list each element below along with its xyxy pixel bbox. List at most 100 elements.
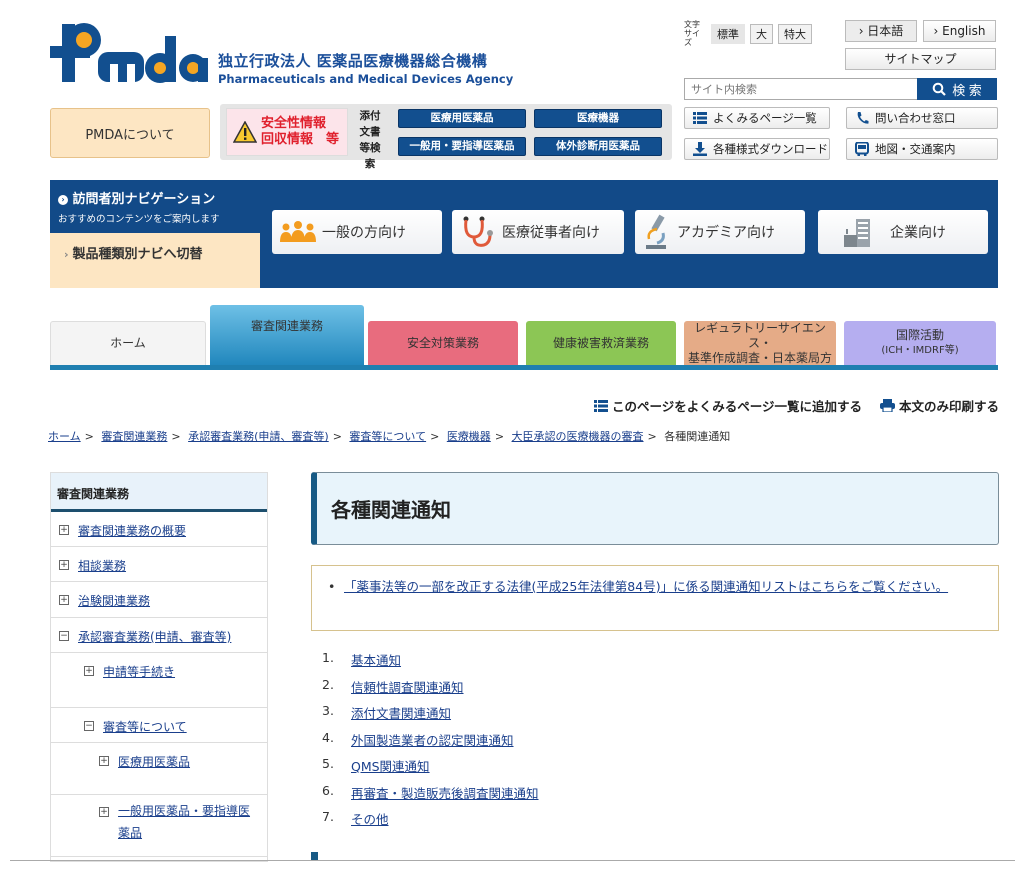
sidebar-item[interactable]: − 承認審査業務(申請、審査等)	[51, 618, 267, 653]
list-link[interactable]: 添付文書関連通知	[351, 703, 451, 730]
sidebar-item[interactable]: + 相談業務	[51, 547, 267, 582]
visitor-navigation: › 訪問者別ナビゲーション おすすめのコンテンツをご案内します › 製品種類別ナビ…	[50, 180, 998, 288]
pmda-logo[interactable]	[48, 18, 208, 88]
favorite-pages-button[interactable]: よくみるページ一覧	[684, 107, 830, 129]
notice-link[interactable]: 「薬事法等の一部を改正する法律(平成25年法律第84号)」に係る関連通知リストは…	[336, 576, 988, 598]
breadcrumb-devices[interactable]: 医療機器	[447, 430, 491, 443]
sidebar-item[interactable]: + 医療用医薬品	[51, 743, 267, 795]
tab-international[interactable]: 国際活動 (ICH・IMDRF等)	[844, 321, 996, 365]
audience-academia-button[interactable]: アカデミア向け	[635, 210, 805, 254]
audience-medical-label: 医療従事者向け	[502, 225, 600, 241]
pmda-logo-icon	[50, 23, 208, 83]
sidebar-item-label[interactable]: 審査等について	[103, 718, 187, 735]
collapse-icon[interactable]: −	[84, 721, 94, 731]
list-link[interactable]: QMS関連通知	[351, 756, 430, 783]
tab-home-label: ホーム	[110, 336, 146, 350]
list-link[interactable]: 外国製造業者の認定関連通知	[351, 730, 514, 757]
contact-button[interactable]: 問い合わせ窓口	[846, 107, 998, 129]
doc-search-rx-drugs-button[interactable]: 医療用医薬品	[398, 109, 526, 128]
people-icon	[280, 221, 316, 242]
font-size-large-button[interactable]: 大	[750, 23, 773, 44]
tab-review-label: 審査関連業務	[250, 319, 323, 333]
breadcrumb-about-review[interactable]: 審査等について	[349, 430, 426, 443]
forms-download-button[interactable]: 各種様式ダウンロード	[684, 138, 830, 160]
list-link[interactable]: その他	[351, 809, 389, 836]
breadcrumb-minister-approval[interactable]: 大臣承認の医療機器の審査	[512, 430, 644, 443]
sidebar-item[interactable]: + 一般用医薬品・要指導医薬品	[51, 795, 267, 857]
breadcrumb-separator: >	[430, 430, 440, 443]
list-link[interactable]: 信頼性調査関連通知	[351, 677, 464, 704]
product-nav-switch[interactable]: › 製品種類別ナビへ切替	[50, 233, 260, 288]
page-title: 各種関連通知	[311, 472, 999, 545]
tab-relief[interactable]: 健康被害救済業務	[526, 321, 676, 365]
search-input[interactable]	[684, 78, 917, 100]
divider	[10, 860, 1015, 861]
main-tabs: ホーム 審査関連業務 安全対策業務 健康被害救済業務 レギュラトリーサイエンス・…	[50, 305, 998, 370]
expand-icon[interactable]: +	[84, 666, 94, 676]
collapse-icon[interactable]: −	[59, 631, 69, 641]
doc-search-otc-drugs-button[interactable]: 一般用・要指導医薬品	[398, 137, 526, 156]
access-map-label: 地図・交通案内	[875, 142, 956, 156]
sidebar-item-label[interactable]: 一般用医薬品・要指導医薬品	[118, 800, 258, 844]
document-search-label: 添付文書等検索	[359, 110, 381, 170]
bullet: •	[328, 579, 336, 594]
expand-icon[interactable]: +	[99, 756, 109, 766]
list-number: 5.	[322, 756, 334, 771]
sidebar-item-label[interactable]: 相談業務	[78, 557, 126, 574]
list-link[interactable]: 再審査・製造販売後調査関連通知	[351, 783, 539, 810]
list-number: 1.	[322, 650, 334, 665]
printer-icon	[879, 399, 895, 412]
tab-safety[interactable]: 安全対策業務	[368, 321, 518, 365]
tab-safety-label: 安全対策業務	[406, 335, 479, 350]
doc-search-devices-button[interactable]: 医療機器	[534, 109, 662, 128]
font-size-xlarge-button[interactable]: 特大	[778, 23, 812, 44]
audience-general-button[interactable]: 一般の方向け	[272, 210, 442, 254]
sidebar-item-label[interactable]: 治験関連業務	[78, 592, 150, 609]
tab-regulatory-science[interactable]: レギュラトリーサイエンス・ 基準作成調査・日本薬局方	[684, 321, 836, 365]
lang-japanese-button[interactable]: › 日本語	[845, 20, 917, 42]
breadcrumb-review[interactable]: 審査関連業務	[101, 430, 167, 443]
list-item: 6. 再審査・製造販売後調査関連通知	[322, 783, 539, 810]
breadcrumb-separator: >	[494, 430, 505, 443]
sidebar-item[interactable]: + 治験関連業務	[51, 582, 267, 618]
breadcrumb-approval-review[interactable]: 承認審査業務(申請、審査等)	[188, 430, 329, 443]
expand-icon[interactable]: +	[59, 560, 69, 570]
doc-search-ivd-button[interactable]: 体外診断用医薬品	[534, 137, 662, 156]
safety-info-button[interactable]: 安全性情報 回収情報 等	[226, 108, 348, 156]
sitemap-button[interactable]: サイトマップ	[845, 48, 996, 70]
microscope-icon	[646, 214, 666, 249]
sidebar-item-label[interactable]: 承認審査業務(申請、審査等)	[78, 628, 231, 645]
visitor-nav-title-text: 訪問者別ナビゲーション	[72, 192, 216, 207]
search-button[interactable]: 検 索	[917, 78, 997, 100]
print-body-link[interactable]: 本文のみ印刷する	[879, 396, 999, 415]
sidebar-item[interactable]: + 審査関連業務の概要	[51, 512, 267, 547]
expand-icon[interactable]: +	[59, 525, 69, 535]
audience-medical-button[interactable]: 医療従事者向け	[452, 210, 624, 254]
tab-review[interactable]: 審査関連業務	[210, 305, 364, 365]
lang-english-button[interactable]: › English	[923, 20, 996, 42]
sidebar-item-label[interactable]: 申請等手続き	[103, 663, 175, 680]
sidebar-item[interactable]: + 申請等手続き	[51, 653, 267, 708]
breadcrumb: ホーム > 審査関連業務 > 承認審査業務(申請、審査等) > 審査等について > 医療…	[48, 428, 730, 444]
sidebar-item[interactable]: − 審査等について	[51, 708, 267, 743]
product-nav-switch-label: 製品種類別ナビへ切替	[72, 247, 203, 262]
breadcrumb-separator: >	[84, 430, 94, 443]
sidebar-item-label[interactable]: 医療用医薬品	[118, 753, 190, 770]
breadcrumb-home[interactable]: ホーム	[48, 430, 81, 443]
list-number: 7.	[322, 809, 334, 824]
add-to-favorites-link[interactable]: このページをよくみるページ一覧に追加する	[593, 396, 862, 415]
tab-home[interactable]: ホーム	[50, 321, 206, 365]
audience-business-button[interactable]: 企業向け	[818, 210, 988, 254]
sidebar-item-label[interactable]: 審査関連業務の概要	[78, 522, 186, 539]
list-link[interactable]: 基本通知	[351, 650, 401, 677]
breadcrumb-separator: >	[647, 430, 657, 443]
breadcrumb-separator: >	[332, 430, 342, 443]
expand-icon[interactable]: +	[99, 807, 109, 817]
access-map-button[interactable]: 地図・交通案内	[846, 138, 998, 160]
font-size-standard-button[interactable]: 標準	[711, 23, 745, 44]
list-number: 4.	[322, 729, 334, 745]
expand-icon[interactable]: +	[59, 595, 69, 605]
audience-business-label: 企業向け	[890, 225, 946, 241]
list-number: 2.	[322, 676, 334, 692]
about-pmda-button[interactable]: PMDAについて	[50, 108, 210, 158]
